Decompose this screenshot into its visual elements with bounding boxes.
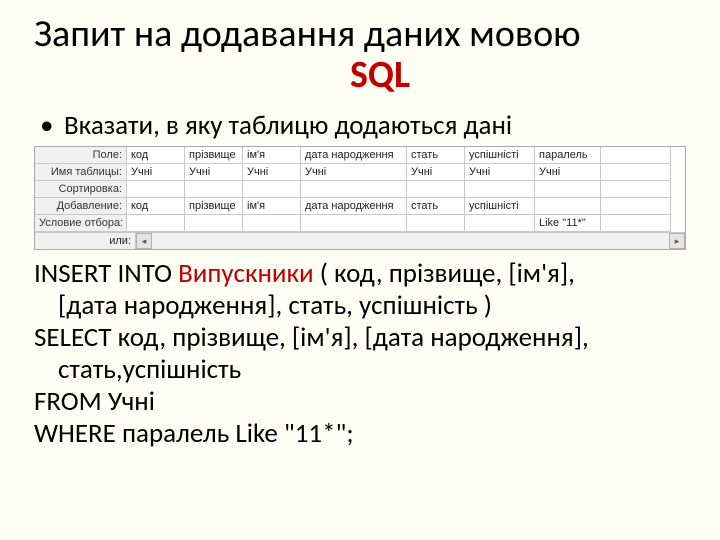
- cell: Учні: [407, 164, 465, 181]
- bullet-dot: •: [40, 110, 64, 142]
- title-sql: SQL: [74, 55, 686, 96]
- row-label-field: Поле:: [35, 147, 127, 164]
- cell: успішністі: [465, 147, 535, 164]
- chevron-right-icon: ▸: [675, 236, 680, 247]
- sql-line-6: WHERE паралель Like "11*";: [34, 418, 686, 450]
- cell: код: [127, 198, 185, 215]
- cell: ім'я: [243, 147, 301, 164]
- title-main: Запит на додавання даних мовою: [34, 11, 581, 57]
- row-label-or: или:: [35, 233, 136, 249]
- cell: [601, 198, 671, 215]
- cell: Учні: [185, 164, 243, 181]
- sql-line-1: INSERT INTO Випускники ( код, прізвище, …: [34, 258, 686, 290]
- query-grid: Поле: код прізвище ім'я дата народження …: [35, 147, 685, 232]
- row-label-table: Имя таблицы:: [35, 164, 127, 181]
- sql-l1a: INSERT INTO: [34, 257, 178, 290]
- cell: дата народження: [301, 198, 407, 215]
- cell: Учні: [243, 164, 301, 181]
- cell: [601, 164, 671, 181]
- cell: [127, 215, 185, 232]
- scroll-right-button[interactable]: ▸: [669, 233, 685, 249]
- cell: [535, 181, 601, 198]
- grid-scroll-row: или: ◂ ▸: [35, 232, 685, 249]
- query-design-grid: Поле: код прізвище ім'я дата народження …: [34, 146, 686, 250]
- bullet-text: Вказати, в яку таблицю додаються дані: [64, 110, 512, 142]
- scroll-left-button[interactable]: ◂: [136, 233, 152, 249]
- cell: [465, 181, 535, 198]
- row-label-append: Добавление:: [35, 198, 127, 215]
- cell: паралель: [535, 147, 601, 164]
- cell: [301, 181, 407, 198]
- slide-title: Запит на додавання даних мовою SQL: [34, 14, 686, 96]
- cell: код: [127, 147, 185, 164]
- cell: [407, 181, 465, 198]
- sql-table-name: Випускники: [178, 257, 314, 290]
- sql-line-5: FROM Учні: [34, 386, 686, 418]
- sql-line-2: [дата народження], стать, успішність ): [34, 290, 686, 322]
- sql-line-4: стать,успішність: [34, 354, 686, 386]
- row-label-sort: Сортировка:: [35, 181, 127, 198]
- chevron-left-icon: ◂: [142, 236, 147, 247]
- cell: [601, 181, 671, 198]
- cell: [185, 181, 243, 198]
- scrollbar-track[interactable]: [152, 233, 669, 249]
- cell: Учні: [301, 164, 407, 181]
- cell: дата народження: [301, 147, 407, 164]
- cell: [185, 215, 243, 232]
- cell: [243, 181, 301, 198]
- cell: Учні: [465, 164, 535, 181]
- cell: успішністі: [465, 198, 535, 215]
- cell: Учні: [127, 164, 185, 181]
- cell: Учні: [535, 164, 601, 181]
- cell: прізвище: [185, 198, 243, 215]
- sql-l1c: ( код, прізвище, [ім'я],: [314, 257, 575, 290]
- cell: [127, 181, 185, 198]
- cell: [601, 215, 671, 232]
- cell: [407, 215, 465, 232]
- cell: [535, 198, 601, 215]
- cell: [243, 215, 301, 232]
- cell: прізвище: [185, 147, 243, 164]
- cell: стать: [407, 147, 465, 164]
- sql-code-block: INSERT INTO Випускники ( код, прізвище, …: [34, 258, 686, 449]
- cell: [601, 147, 671, 164]
- bullet-line: • Вказати, в яку таблицю додаються дані: [40, 110, 686, 142]
- slide: Запит на додавання даних мовою SQL • Вка…: [0, 0, 720, 450]
- row-label-criteria: Условие отбора:: [35, 215, 127, 232]
- cell: [301, 215, 407, 232]
- sql-line-3: SELECT код, прізвище, [ім'я], [дата наро…: [34, 322, 686, 354]
- cell: Like "11*": [535, 215, 601, 232]
- cell: стать: [407, 198, 465, 215]
- cell: ім'я: [243, 198, 301, 215]
- cell: [465, 215, 535, 232]
